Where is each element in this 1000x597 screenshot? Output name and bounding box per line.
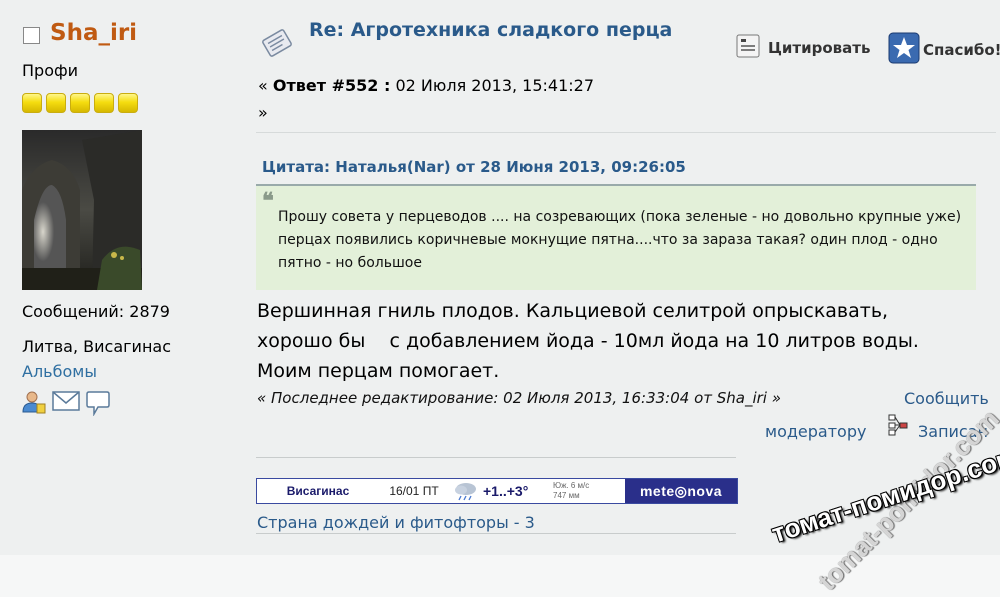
star-icon — [118, 93, 138, 113]
weather-wind-speed: Юж. 6 м/с — [553, 481, 590, 490]
avatar — [22, 130, 142, 290]
quote-button[interactable]: Цитировать — [736, 34, 870, 62]
user-location: Литва, Висагинас — [22, 337, 171, 356]
private-message-icon[interactable] — [86, 390, 110, 420]
last-edited: « Последнее редактирование: 02 Июля 2013… — [257, 389, 782, 407]
quote-block: ❝ Прошу совета у перцеводов .... на созр… — [256, 184, 976, 290]
user-rank: Профи — [22, 61, 79, 80]
reply-prefix: « — [258, 76, 268, 95]
email-icon[interactable] — [52, 390, 80, 420]
meteonova-logo: mete◎nova — [625, 479, 737, 503]
weather-date: 16/01 ПТ — [389, 484, 439, 498]
report-link[interactable]: Сообщить — [904, 389, 989, 408]
post-body-line: Вершинная гниль плодов. Кальциевой селит… — [257, 300, 889, 322]
quote-header[interactable]: Цитата: Наталья(Nar) от 28 Июня 2013, 09… — [262, 158, 686, 176]
weather-informer[interactable]: Висагинас 16/01 ПТ +1..+3° Юж. 6 м/с 747… — [256, 478, 738, 504]
ip-logged-icon — [887, 414, 909, 436]
star-icon — [22, 93, 42, 113]
rain-cloud-icon — [449, 479, 483, 503]
online-status-checkbox — [23, 27, 40, 44]
profile-icon[interactable] — [22, 390, 46, 420]
post-title[interactable]: Re: Агротехника сладкого перца — [309, 18, 709, 43]
quote-text: Прошу совета у перцеводов .... на созрев… — [278, 209, 962, 271]
header-divider — [256, 132, 996, 133]
signature-underline — [256, 533, 736, 534]
reply-date: 02 Июля 2013, 15:41:27 — [395, 76, 595, 95]
star-icon — [46, 93, 66, 113]
weather-city: Висагинас — [286, 484, 350, 498]
quote-icon — [736, 34, 760, 62]
posts-count: Сообщений: 2879 — [22, 302, 170, 321]
thanks-button-label: Спасибо! — [923, 41, 1000, 59]
star-icon — [94, 93, 114, 113]
thanks-button[interactable]: Спасибо! — [888, 32, 1000, 68]
weather-pressure: 747 мм — [553, 491, 580, 500]
post-body-line: хорошо бы с добавлением йода - 10мл йода… — [257, 330, 919, 352]
forum-post: Sha_iri Профи Сообщений: 2879 Литва, Вис… — [0, 0, 1000, 555]
signature-divider — [256, 457, 736, 458]
report-moderator-link[interactable]: модератору — [765, 422, 866, 441]
post-icon — [259, 26, 295, 60]
quote-mark-icon: ❝ — [262, 188, 274, 214]
signature-text: Страна дождей и фитофторы - 3 — [257, 513, 535, 532]
username-link[interactable]: Sha_iri — [50, 20, 137, 46]
weather-wind: Юж. 6 м/с 747 мм — [553, 479, 625, 503]
rank-stars — [22, 93, 138, 113]
profile-actions — [22, 390, 110, 420]
quote-button-label: Цитировать — [768, 39, 871, 57]
reply-info: « Ответ #552 : 02 Июля 2013, 15:41:27 » — [258, 72, 678, 126]
reply-suffix: » — [258, 103, 268, 122]
post-body-line: Моим перцам помогает. — [257, 360, 500, 382]
reply-number[interactable]: Ответ #552 : — [273, 76, 390, 95]
post-body: Вершинная гниль плодов. Кальциевой селит… — [257, 296, 977, 386]
albums-link[interactable]: Альбомы — [22, 362, 97, 381]
weather-temperature: +1..+3° — [483, 483, 529, 499]
star-badge-icon — [888, 32, 920, 68]
star-icon — [70, 93, 90, 113]
